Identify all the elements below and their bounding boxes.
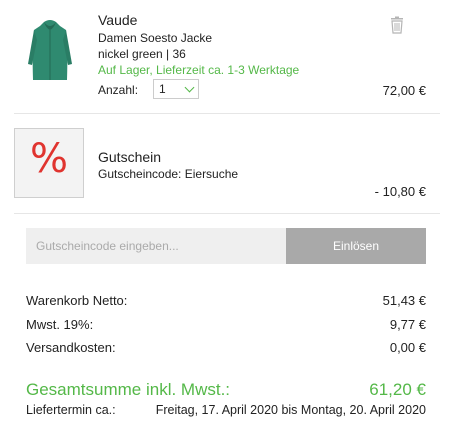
coupon-discount: - 10,80 €: [374, 184, 426, 199]
tax-label: Mwst. 19%:: [26, 317, 94, 332]
total-label: Gesamtsumme inkl. Mwst.:: [26, 380, 231, 399]
quantity-value: 1: [159, 82, 166, 96]
product-brand[interactable]: Vaude: [98, 12, 137, 28]
percent-icon: %: [29, 136, 68, 182]
green-jacket-image[interactable]: [20, 18, 80, 88]
quantity-label: Anzahl:: [98, 83, 139, 97]
item-price: 72,00 €: [382, 83, 426, 98]
coupon-badge: %: [14, 128, 84, 198]
delivery-value: Freitag, 17. April 2020 bis Montag, 20. …: [155, 403, 426, 417]
net-label: Warenkorb Netto:: [26, 293, 128, 308]
stock-status: Auf Lager, Lieferzeit ca. 1-3 Werktage: [98, 63, 300, 77]
product-variant: nickel green | 36: [98, 47, 186, 61]
quantity-select[interactable]: 1: [153, 79, 199, 99]
shipping-value: 0,00 €: [389, 340, 426, 355]
shipping-label: Versandkosten:: [26, 340, 116, 355]
total-value: 61,20 €: [369, 380, 426, 399]
trash-icon[interactable]: [390, 16, 404, 34]
product-name[interactable]: Damen Soesto Jacke: [98, 31, 212, 45]
chevron-down-icon: [184, 82, 195, 93]
cart-item-coupon: % Gutschein Gutscheincode: Eiersuche - 1…: [14, 114, 440, 214]
cart-item-jacket: Vaude Damen Soesto Jacke nickel green | …: [14, 0, 440, 114]
tax-value: 9,77 €: [389, 317, 426, 332]
delivery-label: Liefertermin ca.:: [26, 403, 116, 417]
redeem-button[interactable]: Einlösen: [286, 228, 426, 264]
coupon-code-input[interactable]: [26, 228, 286, 264]
net-value: 51,43 €: [382, 293, 426, 308]
coupon-title: Gutschein: [98, 149, 162, 165]
coupon-code-text: Gutscheincode: Eiersuche: [98, 167, 239, 181]
